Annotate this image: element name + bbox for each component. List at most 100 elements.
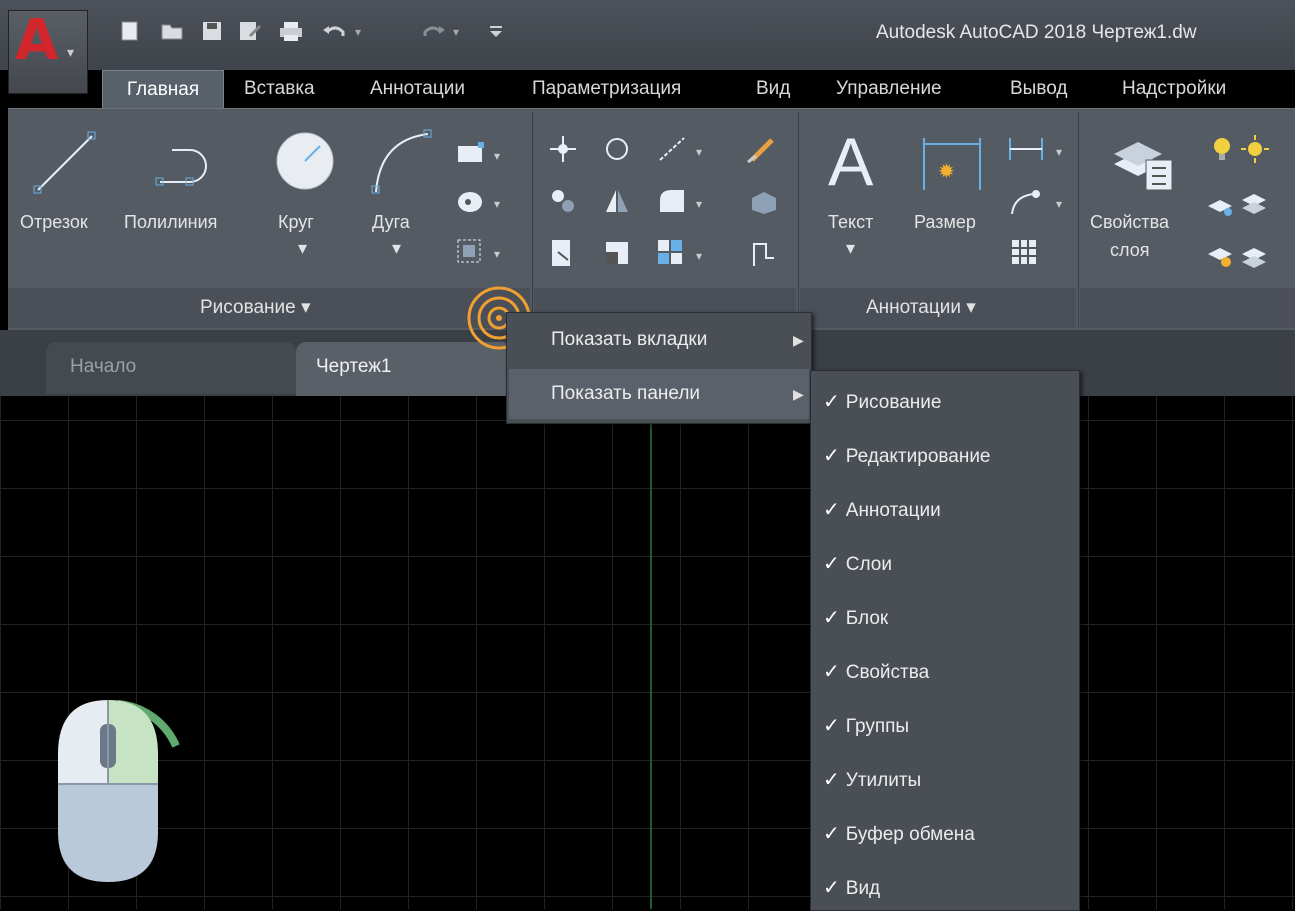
svg-text:▾: ▾ [453,25,459,39]
submenu-item-annotation[interactable]: ✓ Аннотации [823,497,941,522]
polyline-tool-label[interactable]: Полилиния [124,212,217,233]
circle-tool-icon[interactable] [272,128,342,202]
checkmark-icon: ✓ [823,715,840,737]
submenu-item-draw[interactable]: ✓ Рисование [823,389,941,414]
tab-view[interactable]: Вид [756,72,790,106]
linear-dimension-icon[interactable]: ▾ [1006,134,1070,168]
dimension-tool-label[interactable]: Размер [914,212,976,233]
submenu-item-modify[interactable]: ✓ Редактирование [823,443,991,468]
move-icon[interactable] [548,134,578,168]
redo-icon[interactable]: ▾ [420,20,470,44]
chevron-down-icon[interactable]: ▾ [846,238,855,259]
chevron-down-icon[interactable]: ▾ [392,238,401,259]
tab-manage[interactable]: Управление [836,72,942,106]
boundary-tool-icon[interactable]: ▾ [454,236,510,270]
save-as-icon[interactable] [238,20,262,44]
chevron-down-icon: ▾ [67,45,75,61]
application-menu-button[interactable]: A ▾ [8,10,88,94]
rectangle-tool-icon[interactable]: ▾ [454,138,510,172]
print-icon[interactable] [278,20,302,44]
drawing-canvas[interactable] [0,396,1295,909]
submenu-item-view[interactable]: ✓ Вид [823,875,880,900]
chevron-down-icon: ▾ [300,297,311,318]
table-icon[interactable] [1010,238,1040,272]
y-axis-line [650,396,652,909]
customize-quick-access-icon[interactable] [484,20,508,44]
hatch-tool-icon[interactable]: ▾ [454,186,510,220]
submenu-item-label: Свойства [845,662,930,683]
tab-output[interactable]: Вывод [1010,72,1067,106]
layer-freeze-icon[interactable] [1206,240,1236,274]
layer-off-icon[interactable] [1206,190,1236,224]
trim-icon[interactable]: ▾ [656,134,712,168]
mirror-icon[interactable] [602,186,632,220]
text-tool-label[interactable]: Текст [828,212,873,233]
light-bulb-icon[interactable] [1210,134,1234,168]
copy-icon[interactable] [548,186,578,220]
ribbon-context-menu: Показать вкладки ▶ Показать панели ▶ [506,312,812,424]
sun-icon[interactable] [1240,134,1270,168]
stretch-icon[interactable] [548,238,578,272]
text-tool-icon[interactable]: A [828,128,873,196]
annotation-panel-title-text: Аннотации [866,297,961,318]
panels-submenu: ✓ Рисование ✓ Редактирование ✓ Аннотации ✓ С… [810,370,1080,911]
layer-properties-icon[interactable] [1108,134,1178,198]
open-icon[interactable] [160,20,184,44]
layer-properties-label-line2[interactable]: слоя [1110,240,1149,261]
checkmark-icon: ✓ [823,823,840,845]
svg-text:✹: ✹ [938,159,955,183]
submenu-item-groups[interactable]: ✓ Группы [823,713,909,738]
line-tool-label[interactable]: Отрезок [20,212,88,233]
dimension-tool-icon[interactable]: ✹ [918,130,988,204]
checkmark-icon: ✓ [823,499,840,521]
tab-annotate[interactable]: Аннотации [370,72,465,106]
submenu-item-layers[interactable]: ✓ Слои [823,551,892,576]
explode-icon[interactable] [746,186,780,220]
array-icon[interactable]: ▾ [656,238,712,272]
menu-item-show-tabs[interactable]: Показать вкладки [551,329,707,351]
arc-tool-label[interactable]: Дуга [372,212,410,233]
svg-text:▾: ▾ [696,249,702,263]
draw-panel-title[interactable]: Рисование ▾ [200,296,311,319]
new-icon[interactable] [118,20,142,44]
tab-home[interactable]: Главная [102,70,224,110]
erase-icon[interactable] [746,134,780,168]
arc-tool-icon[interactable] [366,126,436,202]
polyline-tool-icon[interactable] [150,132,220,196]
checkmark-icon: ✓ [823,391,840,413]
annotation-panel-title[interactable]: Аннотации ▾ [866,296,976,319]
svg-text:▾: ▾ [1056,197,1062,211]
svg-text:▾: ▾ [494,197,500,211]
undo-icon[interactable]: ▾ [320,20,370,44]
layers-panel-title-bar[interactable] [1080,288,1295,328]
checkmark-icon: ✓ [823,661,840,683]
submenu-item-label: Редактирование [845,446,991,467]
scale-icon[interactable] [602,238,632,272]
offset-icon[interactable] [746,238,780,272]
submenu-item-utilities[interactable]: ✓ Утилиты [823,767,921,792]
chevron-down-icon[interactable]: ▾ [298,238,307,259]
tab-parametric[interactable]: Параметризация [532,72,681,106]
leader-icon[interactable]: ▾ [1006,186,1070,220]
line-tool-icon[interactable] [30,128,100,202]
submenu-item-clipboard[interactable]: ✓ Буфер обмена [823,821,975,846]
tab-insert[interactable]: Вставка [244,72,315,106]
panel-divider [1078,112,1079,328]
checkmark-icon: ✓ [823,445,840,467]
draw-panel-title-text: Рисование [200,297,296,318]
menu-item-show-panels[interactable]: Показать панели [551,383,700,405]
save-icon[interactable] [200,20,224,44]
file-tab-start[interactable]: Начало [46,342,296,394]
svg-text:▾: ▾ [494,149,500,163]
submenu-item-properties[interactable]: ✓ Свойства [823,659,929,684]
layer-isolate-icon[interactable] [1240,186,1270,220]
fillet-icon[interactable]: ▾ [656,186,712,220]
layer-properties-label[interactable]: Свойства [1090,212,1169,233]
checkmark-icon: ✓ [823,607,840,629]
layer-match-icon[interactable] [1240,240,1270,274]
svg-text:▾: ▾ [355,25,361,39]
submenu-item-block[interactable]: ✓ Блок [823,605,888,630]
rotate-icon[interactable] [602,134,632,168]
circle-tool-label[interactable]: Круг [278,212,314,233]
tab-addins[interactable]: Надстройки [1122,72,1226,106]
